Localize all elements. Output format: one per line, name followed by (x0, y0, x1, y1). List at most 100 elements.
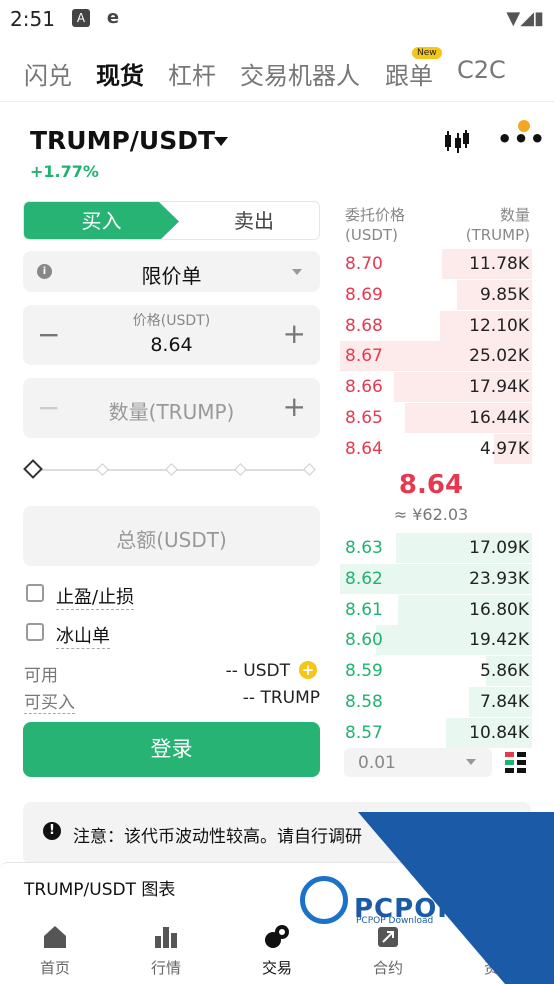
ask-price: 8.64 (345, 438, 383, 459)
available-value: -- USDT (225, 661, 290, 681)
price-plus-button[interactable]: + (283, 317, 306, 350)
nav-markets[interactable]: 行情 (126, 906, 206, 984)
orderbook-qty-unit: (TRUMP) (465, 226, 530, 244)
slider-step-100[interactable] (303, 463, 316, 476)
notification-icon: A (72, 9, 90, 27)
can-buy-value: -- TRUMP (242, 688, 320, 708)
chart-panel-label: TRUMP/USDT 图表 (24, 880, 176, 900)
home-icon (44, 926, 66, 948)
ask-price: 8.67 (345, 346, 383, 367)
nav-trade[interactable]: 交易 (237, 906, 317, 984)
tab-convert[interactable]: 闪兑 (24, 56, 72, 91)
order-type-label: 限价单 (141, 264, 202, 288)
nav-home[interactable]: 首页 (15, 906, 95, 984)
tab-trading-bot[interactable]: 交易机器人 (240, 56, 360, 91)
bid-row[interactable]: 8.57 10.84K (340, 717, 532, 748)
iceberg-checkbox[interactable] (26, 623, 44, 641)
pair-title[interactable]: TRUMP/USDT (30, 126, 215, 155)
slider-step-75[interactable] (234, 463, 247, 476)
slider-step-25[interactable] (96, 463, 109, 476)
order-type-select[interactable]: i 限价单 (23, 251, 320, 292)
ask-row[interactable]: 8.68 12.10K (340, 310, 532, 341)
status-time: 2:51 (10, 7, 55, 31)
ask-price: 8.65 (345, 408, 383, 428)
pair-dropdown-icon[interactable] (214, 137, 228, 146)
ask-row[interactable]: 8.70 11.78K (340, 249, 532, 279)
ask-quantity: 17.94K (469, 377, 529, 398)
buy-tab[interactable]: 买入 (24, 202, 179, 239)
trade-icon (265, 925, 289, 948)
tp-sl-checkbox[interactable] (26, 584, 44, 602)
tab-spot[interactable]: 现货 (96, 56, 144, 91)
bid-row[interactable]: 8.63 17.09K (340, 533, 532, 563)
notification-dot (518, 120, 530, 132)
chevron-down-icon (466, 759, 476, 765)
ask-quantity: 11.78K (469, 254, 529, 274)
watermark-subtitle: PCPOP Download (356, 916, 434, 926)
slider-step-50[interactable] (165, 463, 178, 476)
price-value[interactable]: 8.64 (23, 334, 320, 356)
ask-row[interactable]: 8.69 9.85K (340, 279, 532, 310)
quantity-input[interactable]: − 数量(TRUMP) + (23, 378, 320, 438)
ask-row[interactable]: 8.66 17.94K (340, 372, 532, 403)
status-bar: 2:51 A e ▼◢▮ (0, 0, 554, 38)
can-buy-label: 可买入 (24, 688, 75, 714)
ask-quantity: 16.44K (469, 408, 529, 428)
bid-price: 8.57 (345, 722, 383, 743)
login-button[interactable]: 登录 (23, 722, 320, 777)
tab-copy-trading[interactable]: 跟单 (385, 56, 433, 91)
bid-price: 8.63 (345, 538, 383, 558)
price-input[interactable]: − 价格(USDT) 8.64 + (23, 305, 320, 365)
bid-row[interactable]: 8.58 7.84K (340, 687, 532, 717)
bid-row[interactable]: 8.59 5.86K (340, 656, 532, 687)
ask-row[interactable]: 8.64 4.97K (340, 433, 532, 464)
new-badge: New (412, 47, 442, 59)
bid-row[interactable]: 8.62 23.93K (340, 563, 532, 594)
bid-quantity: 23.93K (469, 568, 529, 589)
bid-price: 8.59 (345, 661, 383, 682)
nav-trade-label: 交易 (261, 959, 292, 977)
bid-row[interactable]: 8.61 16.80K (340, 594, 532, 625)
bid-quantity: 16.80K (469, 599, 529, 620)
bid-price: 8.62 (345, 568, 383, 589)
mid-price: 8.64 (398, 470, 464, 500)
tp-sl-label[interactable]: 止盈/止损 (56, 583, 135, 610)
bar-chart-icon (155, 927, 177, 948)
quantity-plus-button[interactable]: + (283, 390, 306, 423)
mid-price-cny: ≈ ¥62.03 (393, 505, 469, 524)
bid-quantity: 17.09K (469, 538, 529, 558)
tab-margin[interactable]: 杠杆 (168, 56, 216, 91)
bid-quantity: 7.84K (480, 692, 529, 712)
nav-markets-label: 行情 (150, 959, 181, 977)
candlestick-icon[interactable] (442, 128, 470, 154)
risk-notice-text: 注意：该代币波动性较高。请自行调研 (73, 827, 362, 847)
iceberg-label[interactable]: 冰山单 (56, 622, 110, 649)
orderbook-qty-header: 数量 (499, 206, 530, 224)
precision-select[interactable]: 0.01 (344, 748, 492, 777)
watermark-logo (300, 876, 348, 924)
bid-price: 8.58 (345, 692, 383, 712)
buy-sell-toggle: 买入 卖出 (23, 201, 320, 240)
ask-quantity: 4.97K (480, 438, 529, 459)
ask-quantity: 9.85K (480, 284, 529, 305)
orderbook-layout-icon[interactable] (505, 752, 527, 774)
quantity-placeholder: 数量(TRUMP) (108, 400, 235, 424)
tab-c2c[interactable]: C2C (457, 56, 506, 84)
warning-icon: ! (43, 822, 61, 840)
total-input[interactable]: 总额(USDT) (23, 506, 320, 566)
bid-row[interactable]: 8.60 19.42K (340, 625, 532, 656)
ask-row[interactable]: 8.67 25.02K (340, 341, 532, 372)
orderbook-price-header: 委托价格 (345, 206, 406, 224)
bid-quantity: 5.86K (480, 661, 529, 682)
ask-price: 8.68 (345, 315, 383, 336)
nav-futures-label: 合约 (372, 959, 403, 977)
orderbook-price-unit: (USDT) (345, 226, 398, 244)
price-label: 价格(USDT) (132, 313, 211, 329)
browser-icon: e (104, 9, 122, 27)
sell-tab[interactable]: 卖出 (189, 202, 319, 239)
ask-quantity: 12.10K (469, 315, 529, 336)
ask-row[interactable]: 8.65 16.44K (340, 403, 532, 433)
amount-slider-handle[interactable] (23, 459, 43, 479)
price-change: +1.77% (30, 162, 99, 181)
add-funds-icon[interactable]: + (299, 661, 317, 679)
